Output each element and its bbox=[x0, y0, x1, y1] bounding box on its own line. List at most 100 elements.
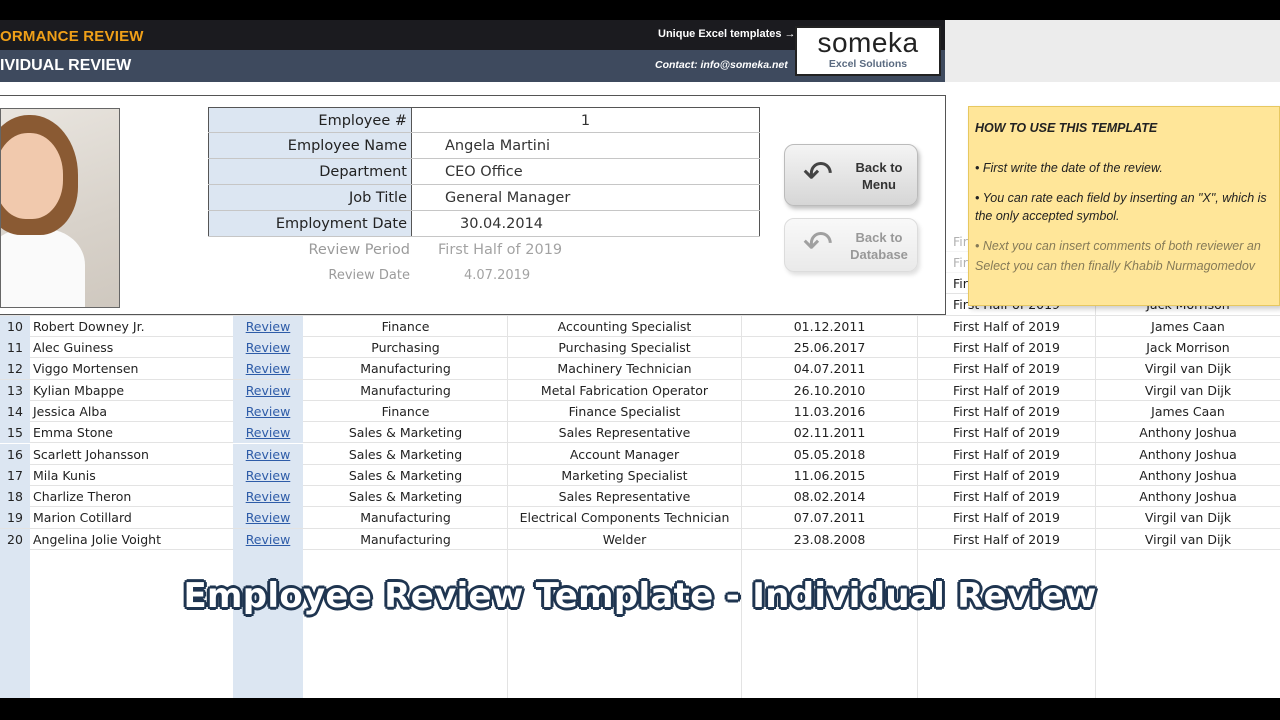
label-review-period: Review Period bbox=[308, 242, 410, 258]
department-cell: Manufacturing bbox=[360, 510, 451, 526]
reviewer-cell: Jack Morrison bbox=[1146, 340, 1230, 355]
review-period-cell: First Half of 2019 bbox=[952, 489, 1061, 505]
employee-photo bbox=[0, 108, 120, 308]
table-row: 10 Robert Downey Jr. Review Finance Accounti… bbox=[0, 315, 1280, 337]
employment-date-cell: 02.11.2011 bbox=[793, 425, 866, 441]
row-number-column bbox=[0, 550, 30, 698]
review-link[interactable]: Review bbox=[233, 422, 303, 444]
department-cell: Manufacturing bbox=[360, 382, 451, 398]
review-link[interactable]: Review bbox=[233, 486, 303, 508]
undo-arrow-icon: ↶ bbox=[802, 224, 834, 265]
reviewer-cell: Anthony Joshua bbox=[1139, 425, 1237, 441]
label-job-title: Job Title bbox=[208, 185, 412, 210]
review-period-cell: First Half of 2019 bbox=[952, 510, 1061, 526]
undo-arrow-icon: ↶ bbox=[802, 154, 834, 195]
job-title-cell: Metal Fabrication Operator bbox=[540, 382, 709, 398]
row-number: 16 bbox=[0, 443, 30, 465]
info-row-number: Employee # 1 bbox=[208, 107, 760, 133]
table-row: 11 Alec Guiness Review Purchasing Purchasing… bbox=[0, 337, 1280, 359]
row-number: 17 bbox=[0, 464, 30, 486]
review-period-cell: First Half of 2019 bbox=[952, 340, 1061, 355]
department-cell: Finance bbox=[381, 318, 430, 334]
employee-name-cell: Scarlett Johansson bbox=[33, 446, 149, 462]
review-period-cell: First Half of 2019 bbox=[952, 318, 1061, 334]
back-to-menu-button[interactable]: ↶ Back to Menu bbox=[784, 144, 918, 206]
back-to-database-label: Back to Database bbox=[850, 230, 908, 262]
info-row-job-title: Job Title General Manager bbox=[208, 185, 760, 211]
employee-name-cell: Kylian Mbappe bbox=[33, 382, 125, 398]
employee-name-cell: Robert Downey Jr. bbox=[33, 318, 145, 334]
employment-date-cell: 07.07.2011 bbox=[793, 510, 866, 526]
department-cell: Sales & Marketing bbox=[348, 467, 463, 483]
back-to-menu-label: Back to Menu bbox=[855, 160, 903, 192]
row-number: 10 bbox=[0, 315, 30, 337]
review-link[interactable]: Review bbox=[233, 400, 303, 422]
review-period-cell: First Half of 2019 bbox=[952, 467, 1061, 483]
job-title-cell: Accounting Specialist bbox=[557, 318, 692, 334]
unique-templates-link[interactable]: Unique Excel templates → bbox=[658, 28, 796, 40]
row-number: 11 bbox=[0, 337, 30, 358]
section-title: IVIDUAL REVIEW bbox=[0, 57, 132, 74]
review-link[interactable]: Review bbox=[233, 528, 303, 550]
contact-link[interactable]: Contact: info@someka.net bbox=[655, 59, 788, 71]
department-cell: Manufacturing bbox=[360, 531, 451, 547]
reviewer-cell: Virgil van Dijk bbox=[1144, 382, 1232, 398]
job-title-cell: Electrical Components Technician bbox=[519, 510, 730, 526]
label-review-date: Review Date bbox=[328, 268, 410, 283]
review-period-cell: First Half of 2019 bbox=[952, 403, 1061, 419]
back-to-database-button[interactable]: ↶ Back to Database bbox=[784, 218, 918, 272]
review-link[interactable]: Review bbox=[233, 358, 303, 380]
value-job-title: General Manager bbox=[412, 185, 760, 210]
review-period-cell: First Half of 2019 bbox=[952, 446, 1061, 462]
reviewer-cell: Anthony Joshua bbox=[1139, 489, 1237, 505]
reviewer-cell: Anthony Joshua bbox=[1139, 446, 1237, 462]
employee-name-cell: Mila Kunis bbox=[33, 467, 96, 483]
employee-name-cell: Jessica Alba bbox=[33, 403, 107, 419]
table-row: 17 Mila Kunis Review Sales & Marketing Marke… bbox=[0, 464, 1280, 487]
employment-date-cell: 04.07.2011 bbox=[793, 361, 866, 377]
row-number: 18 bbox=[0, 486, 30, 508]
review-period-cell: First Half of 2019 bbox=[952, 531, 1061, 547]
table-row: 13 Kylian Mbappe Review Manufacturing Metal … bbox=[0, 379, 1280, 401]
info-row-review-date: Review Date 4.07.2019 bbox=[208, 263, 760, 289]
row-number: 13 bbox=[0, 379, 30, 401]
employee-name-cell: Alec Guiness bbox=[33, 340, 114, 355]
table-row: 12 Viggo Mortensen Review Manufacturing Mach… bbox=[0, 358, 1280, 380]
label-employee-number: Employee # bbox=[208, 108, 412, 132]
job-title-cell: Welder bbox=[602, 531, 647, 547]
value-review-date[interactable]: 4.07.2019 bbox=[412, 263, 760, 289]
reviewer-cell: Virgil van Dijk bbox=[1144, 510, 1232, 526]
table-row: 20 Angelina Jolie Voight Review Manufacturi… bbox=[0, 528, 1280, 550]
value-employee-number[interactable]: 1 bbox=[412, 108, 760, 132]
how-to-use-note: HOW TO USE THIS TEMPLATE • First write t… bbox=[968, 106, 1280, 306]
employment-date-cell: 11.06.2015 bbox=[793, 467, 866, 483]
review-link-column bbox=[233, 550, 303, 698]
review-link[interactable]: Review bbox=[233, 337, 303, 358]
review-link[interactable]: Review bbox=[233, 443, 303, 465]
job-title-cell: Sales Representative bbox=[558, 425, 691, 441]
label-employment-date: Employment Date bbox=[208, 211, 412, 236]
row-number: 14 bbox=[0, 400, 30, 422]
table-row: 19 Marion Cotillard Review Manufacturing Ele… bbox=[0, 507, 1280, 529]
row-number: 12 bbox=[0, 358, 30, 380]
review-link[interactable]: Review bbox=[233, 507, 303, 529]
row-number: 15 bbox=[0, 422, 30, 444]
review-link[interactable]: Review bbox=[233, 464, 303, 486]
value-employee-name: Angela Martini bbox=[412, 133, 760, 158]
row-number: 19 bbox=[0, 507, 30, 529]
review-link[interactable]: Review bbox=[233, 315, 303, 337]
employment-date-cell: 26.10.2010 bbox=[793, 382, 866, 398]
value-review-period[interactable]: First Half of 2019 bbox=[412, 237, 760, 263]
employment-date-cell: 25.06.2017 bbox=[793, 340, 866, 355]
job-title-cell: Purchasing Specialist bbox=[558, 340, 691, 355]
department-cell: Sales & Marketing bbox=[348, 446, 463, 462]
reviewer-cell: Anthony Joshua bbox=[1139, 467, 1237, 483]
review-link[interactable]: Review bbox=[233, 379, 303, 401]
value-department: CEO Office bbox=[412, 159, 760, 184]
table-row: 18 Charlize Theron Review Sales & Marketing… bbox=[0, 486, 1280, 508]
someka-logo[interactable]: someka Excel Solutions bbox=[795, 26, 941, 76]
video-caption: Employee Review Template - Individual Re… bbox=[183, 576, 1097, 616]
employee-info-table: Employee # 1 Employee Name Angela Martin… bbox=[208, 107, 760, 289]
employment-date-cell: 01.12.2011 bbox=[793, 318, 866, 334]
reviewer-cell: James Caan bbox=[1151, 318, 1225, 334]
